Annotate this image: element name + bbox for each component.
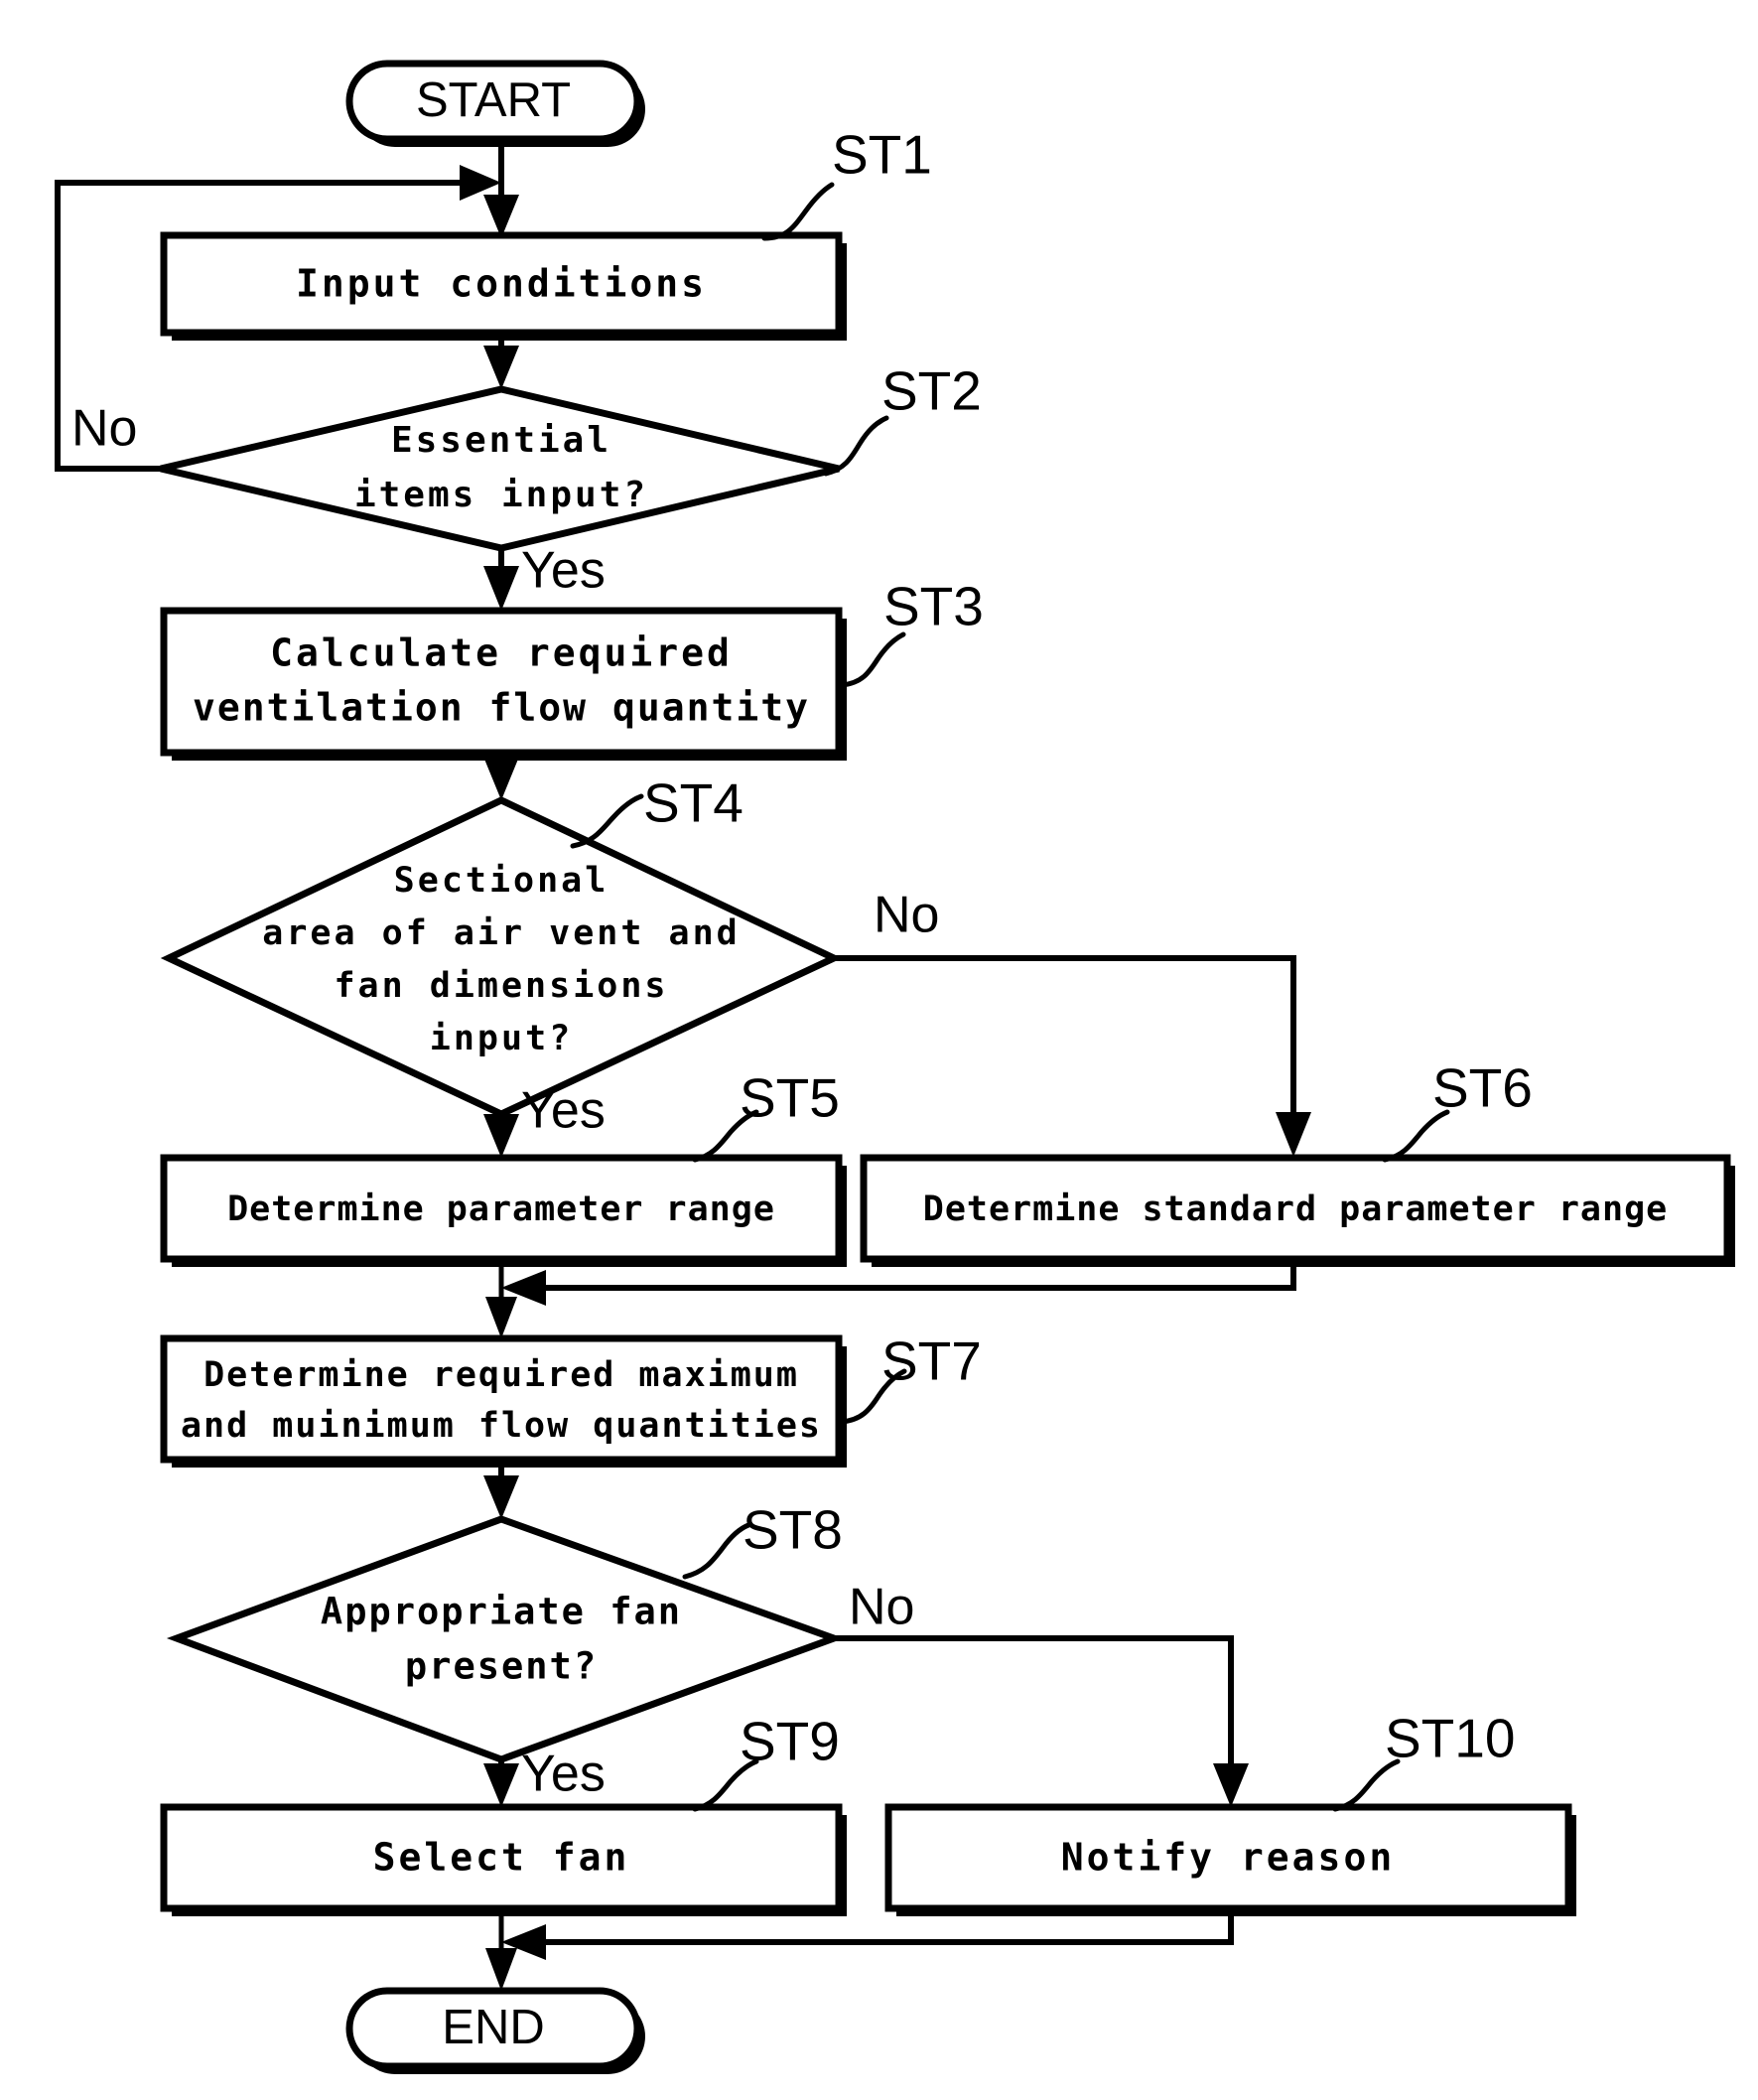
step-label-st3: ST3 [883,576,984,637]
step-label-st6: ST6 [1432,1057,1533,1119]
step-label-st1-group: ST1 [761,124,932,241]
connector-st10-merge [501,1916,1234,1960]
flowchart-svg: START Input conditions Essential items i… [55,60,1735,2074]
node-end-label: END [442,2001,544,2054]
step-label-st5-group: ST5 [692,1067,840,1163]
step-label-st10-group: ST10 [1332,1708,1515,1812]
branch-label-st4-no: No [874,887,939,944]
node-st2-line1: Essential [391,420,611,461]
connector-st1-to-st2 [483,333,519,389]
branch-label-st8-no: No [849,1579,914,1636]
node-st4: Sectional area of air vent and fan dimen… [160,796,843,1118]
step-label-st4-group: ST4 [570,772,744,849]
node-st7-line1: Determine required maximum [203,1355,799,1395]
node-st7-line2: and muinimum flow quantities [181,1406,822,1446]
step-label-st2: ST2 [881,360,982,422]
flowchart-canvas: START Input conditions Essential items i… [0,0,1758,2100]
step-label-st5: ST5 [740,1067,840,1129]
step-label-st3-group: ST3 [839,576,984,688]
connector-st7-to-st8 [483,1460,519,1519]
connector-st5-to-st7 [485,1266,517,1338]
node-st10-label: Notify reason [1061,1836,1395,1880]
step-label-st4: ST4 [643,772,744,834]
step-label-st10: ST10 [1385,1708,1515,1769]
node-st8: Appropriate fan present? [166,1515,845,1763]
node-st8-line2: present? [405,1645,598,1688]
connector-st8-yes-to-st9 [483,1759,519,1807]
node-st3-line2: ventilation flow quantity [193,686,810,730]
node-st6: Determine standard parameter range [860,1154,1735,1267]
connector-st6-merge [501,1266,1296,1306]
node-st10: Notify reason [884,1803,1576,1916]
branch-label-st2-yes: Yes [521,542,606,600]
node-st3-line1: Calculate required [270,631,733,675]
node-st3: Calculate required ventilation flow quan… [160,607,847,761]
node-start-label: START [416,73,571,127]
step-label-st7: ST7 [881,1330,982,1392]
branch-label-st8-yes: Yes [521,1746,606,1803]
node-st9-label: Select fan [373,1836,630,1880]
node-st4-line4: input? [430,1019,573,1058]
connector-st9-to-end [485,1916,517,1991]
node-st6-label: Determine standard parameter range [923,1190,1668,1229]
connector-st4-no-to-st6 [834,955,1311,1157]
node-st5-label: Determine parameter range [227,1190,775,1229]
connector-st2-yes-to-st3 [483,548,519,611]
step-label-st9-group: ST9 [692,1711,840,1812]
step-label-st9: ST9 [740,1711,840,1772]
step-label-st6-group: ST6 [1382,1057,1533,1163]
node-end: END [345,1987,645,2074]
node-st8-line1: Appropriate fan [321,1591,682,1633]
node-st7: Determine required maximum and muinimum … [160,1334,847,1468]
node-st4-line1: Sectional [394,861,609,901]
node-st5: Determine parameter range [160,1154,847,1267]
connector-st4-yes-to-st5 [483,1114,519,1158]
connector-st8-no-to-st10 [834,1635,1249,1807]
step-label-st1: ST1 [832,124,932,186]
branch-label-st4-yes: Yes [521,1082,606,1140]
node-st2-line2: items input? [354,475,648,515]
node-st4-line2: area of air vent and [262,913,740,953]
step-label-st8-group: ST8 [682,1499,843,1580]
node-st1-label: Input conditions [296,262,707,306]
node-st2: Essential items input? [160,385,840,552]
step-label-st7-group: ST7 [839,1330,982,1425]
branch-label-st2-no: No [71,400,137,458]
connector-start-to-st1 [483,147,519,238]
node-start: START [345,60,645,147]
node-st4-line3: fan dimensions [334,966,668,1006]
node-st9: Select fan [160,1803,847,1916]
step-label-st2-group: ST2 [823,360,982,477]
node-st1: Input conditions [160,231,847,341]
step-label-st8: ST8 [743,1499,843,1561]
